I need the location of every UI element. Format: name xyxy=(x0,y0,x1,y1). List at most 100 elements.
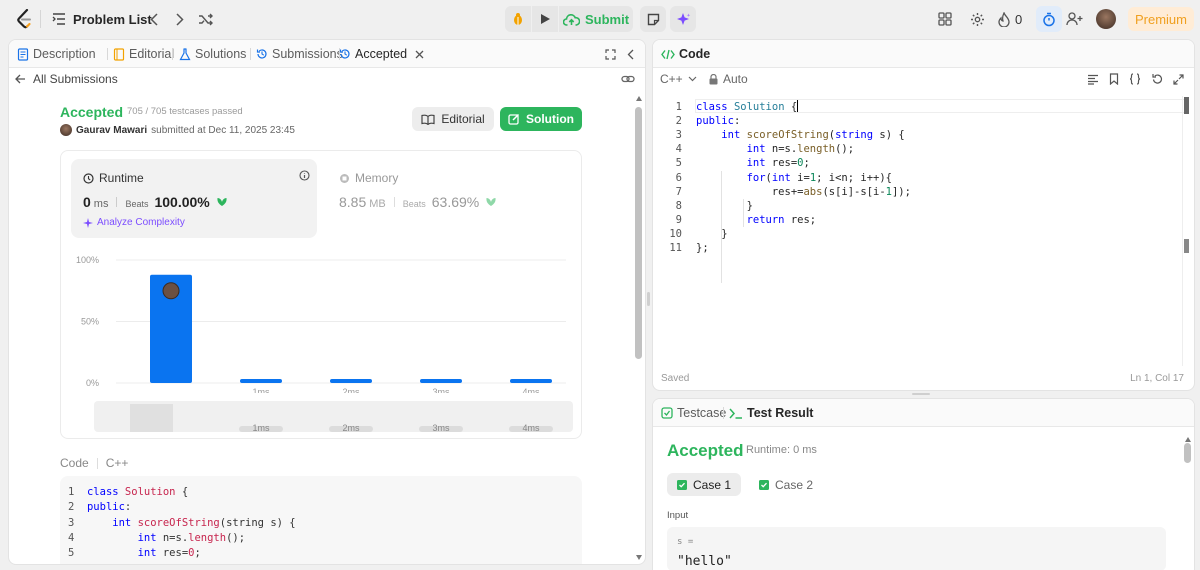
timer-stopwatch-icon[interactable] xyxy=(1036,6,1062,32)
code-line[interactable]: 3 int scoreOfString(string s) { xyxy=(653,128,1183,142)
chart-range-slider[interactable]: 1ms 2ms 3ms 4ms xyxy=(94,401,573,432)
leaf-icon xyxy=(485,196,497,207)
chart-bar[interactable] xyxy=(420,379,462,383)
memory-chip-icon xyxy=(339,173,350,184)
collapse-chevron-left-icon[interactable] xyxy=(627,40,634,68)
submission-status: Accepted xyxy=(60,104,124,120)
tab-testcase-label: Testcase xyxy=(677,406,727,420)
analyze-complexity-link[interactable]: Analyze Complexity xyxy=(83,217,185,228)
editor-scrollbar[interactable] xyxy=(1182,96,1189,366)
solution-button[interactable]: Solution xyxy=(500,107,582,131)
submission-author: Gaurav Mawari submitted at Dec 11, 2025 … xyxy=(60,124,295,136)
stats-card: Runtime 0 ms Beats 100.00% Analyze Compl… xyxy=(60,150,582,439)
case-1-tab[interactable]: Case 1 xyxy=(667,473,741,496)
cloud-upload-icon xyxy=(562,13,580,26)
format-lines-icon[interactable] xyxy=(1087,73,1099,85)
prev-problem-chevron-left-icon[interactable] xyxy=(146,10,162,28)
layout-grid-icon[interactable] xyxy=(936,10,954,28)
left-scrollbar[interactable] xyxy=(635,96,642,564)
book-icon xyxy=(113,47,125,61)
mini-tick-label: 3ms xyxy=(432,423,450,432)
analyze-complexity-label: Analyze Complexity xyxy=(97,217,185,228)
mini-tick-label: 2ms xyxy=(342,423,360,432)
input-var-value: "hello" xyxy=(677,554,732,569)
debug-bug-icon[interactable] xyxy=(505,6,531,32)
horizontal-resize-handle[interactable] xyxy=(912,393,930,395)
braces-icon[interactable] xyxy=(1129,73,1141,85)
runtime-box[interactable]: Runtime 0 ms Beats 100.00% Analyze Compl… xyxy=(71,159,317,238)
tab-solutions[interactable]: Solutions xyxy=(179,40,246,68)
premium-button[interactable]: Premium xyxy=(1128,7,1194,31)
scrollbar-thumb[interactable] xyxy=(635,107,642,359)
all-submissions-link[interactable]: All Submissions xyxy=(15,72,118,86)
code-line[interactable]: 8 } xyxy=(653,199,1183,213)
scrollbar-thumb[interactable] xyxy=(1184,443,1191,463)
tab-submissions[interactable]: Submissions xyxy=(256,40,343,68)
ai-sparkle-icon[interactable] xyxy=(670,6,696,32)
code-line[interactable]: 4 int n=s.length(); xyxy=(653,142,1183,156)
code-line[interactable]: 1 class Solution { xyxy=(653,100,1183,114)
language-selector[interactable]: C++ xyxy=(660,72,697,86)
auto-mode[interactable]: Auto xyxy=(709,72,748,86)
tab-code[interactable]: Code xyxy=(661,40,710,68)
tab-accepted[interactable]: Accepted xyxy=(339,40,424,68)
author-name[interactable]: Gaurav Mawari xyxy=(76,125,147,136)
reset-undo-icon[interactable] xyxy=(1151,73,1163,85)
tab-test-result[interactable]: Test Result xyxy=(729,399,813,427)
y-tick-label: 0% xyxy=(86,378,99,388)
author-avatar[interactable] xyxy=(60,124,72,136)
tab-test-result-label: Test Result xyxy=(747,406,814,420)
edit-pencil-icon xyxy=(508,113,520,125)
notes-icon[interactable] xyxy=(640,6,666,32)
code-line[interactable]: 10 } xyxy=(653,227,1183,241)
input-label: Input xyxy=(667,510,689,521)
fullscreen-icon[interactable] xyxy=(1173,73,1184,85)
problem-list-button[interactable]: Problem List xyxy=(52,9,152,29)
tab-testcase[interactable]: Testcase xyxy=(661,399,726,427)
editorial-button[interactable]: Editorial xyxy=(412,107,494,131)
flame-icon xyxy=(998,11,1010,27)
close-tab-icon[interactable] xyxy=(415,50,424,59)
submitted-code: 1 class Solution { 2 public: 3 int score… xyxy=(68,486,296,560)
chart-bar[interactable] xyxy=(240,379,282,383)
info-icon[interactable] xyxy=(299,170,310,184)
code-line[interactable]: 6 for(int i=1; i<n; i++){ xyxy=(653,171,1183,185)
tab-description[interactable]: Description xyxy=(17,40,96,68)
streak-counter[interactable]: 0 xyxy=(998,9,1022,29)
shuffle-icon[interactable] xyxy=(196,10,216,28)
premium-label: Premium xyxy=(1134,11,1187,27)
user-avatar[interactable] xyxy=(1096,9,1116,29)
add-user-icon[interactable] xyxy=(1064,9,1084,29)
run-play-icon[interactable] xyxy=(532,6,558,32)
tab-divider xyxy=(723,407,724,419)
code-editor[interactable]: 1 class Solution {2 public: 3 int scoreOfSt… xyxy=(653,96,1185,366)
code-line[interactable]: 5 int res=0; xyxy=(653,156,1183,170)
submit-button[interactable]: Submit xyxy=(559,6,633,32)
testcases-passed: 705 / 705 testcases passed xyxy=(127,106,243,117)
runtime-result: 0 ms Beats 100.00% xyxy=(83,194,228,210)
editor-scroll-marker xyxy=(1184,97,1189,114)
line-number: 1 xyxy=(675,101,682,113)
next-problem-chevron-right-icon[interactable] xyxy=(172,10,188,28)
case-2-tab[interactable]: Case 2 xyxy=(759,473,833,496)
result-scrollbar[interactable] xyxy=(1184,437,1191,570)
memory-tab[interactable]: Memory xyxy=(339,171,398,185)
arrow-left-icon xyxy=(15,74,26,84)
expand-icon[interactable] xyxy=(605,40,616,68)
settings-gear-icon[interactable] xyxy=(968,10,986,28)
vertical-resize-handle[interactable] xyxy=(647,292,650,306)
chart-bar[interactable] xyxy=(510,379,552,383)
line-number: 6 xyxy=(675,171,682,184)
chart-bar[interactable] xyxy=(330,379,372,383)
leetcode-logo-icon[interactable] xyxy=(14,8,36,30)
code-line[interactable]: 7 res+=abs(s[i]-s[i-1]); xyxy=(653,185,1183,199)
result-status: Accepted xyxy=(667,441,744,460)
code-line[interactable]: 11}; xyxy=(653,241,1183,255)
code-line[interactable]: 9 return res; xyxy=(653,213,1183,227)
code-line[interactable]: 2 public: xyxy=(653,114,1183,128)
streak-count: 0 xyxy=(1015,11,1023,27)
bookmark-icon[interactable] xyxy=(1109,73,1119,85)
share-link-icon[interactable] xyxy=(621,73,635,88)
tab-editorial[interactable]: Editorial xyxy=(113,40,174,68)
history-icon xyxy=(339,48,351,60)
